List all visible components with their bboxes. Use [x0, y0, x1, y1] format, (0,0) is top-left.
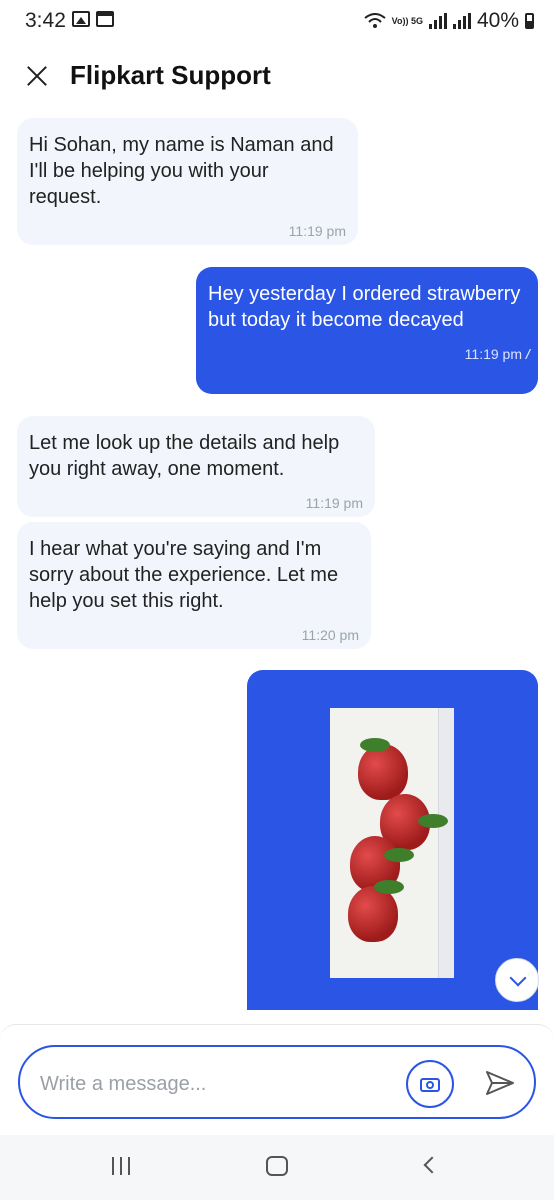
- strawberry: [358, 744, 408, 800]
- message-text: Hi Sohan, my name is Naman and I'll be h…: [29, 134, 334, 208]
- strawberry-leaf: [360, 738, 390, 752]
- message-text: Hey yesterday I ordered strawberry but t…: [208, 283, 521, 331]
- message-photo[interactable]: [330, 708, 454, 978]
- notification-icons: [72, 11, 114, 27]
- image-message[interactable]: [247, 670, 538, 1010]
- status-bar: 3:42 Vo)) 5G 40%: [0, 0, 554, 44]
- recents-icon[interactable]: [112, 1157, 130, 1175]
- strawberry-leaf: [384, 848, 414, 862]
- status-time: 3:42: [25, 9, 66, 32]
- back-icon[interactable]: [423, 1156, 441, 1174]
- send-icon[interactable]: [482, 1065, 518, 1101]
- wifi-icon: [364, 13, 386, 28]
- home-icon[interactable]: [266, 1156, 288, 1176]
- message-meta: 11:19 pm//: [208, 341, 530, 367]
- outgoing-message: Hey yesterday I ordered strawberry but t…: [196, 267, 538, 394]
- close-icon[interactable]: [22, 61, 52, 91]
- message-composer: [0, 1024, 554, 1134]
- incoming-message: Hi Sohan, my name is Naman and I'll be h…: [17, 118, 358, 245]
- message-input[interactable]: [40, 1069, 400, 1099]
- signal-2-icon: [452, 13, 471, 29]
- incoming-message: I hear what you're saying and I'm sorry …: [17, 522, 371, 649]
- system-nav-bar: [0, 1135, 554, 1200]
- scroll-down-button[interactable]: [495, 958, 539, 1002]
- message-time: 11:19 pm: [464, 346, 522, 362]
- message-time: 11:19 pm: [305, 495, 363, 511]
- message-text: I hear what you're saying and I'm sorry …: [29, 538, 339, 612]
- network-type-label: Vo)) 5G: [391, 15, 423, 26]
- strawberry-leaf: [418, 814, 448, 828]
- page-title: Flipkart Support: [70, 60, 271, 90]
- battery-percent: 40%: [476, 9, 519, 32]
- calendar-notification-icon: [96, 11, 114, 27]
- battery-icon: [525, 13, 534, 29]
- status-right: Vo)) 5G 40%: [364, 9, 534, 33]
- message-text: Let me look up the details and help you …: [29, 432, 340, 480]
- message-time: 11:20 pm: [301, 627, 359, 643]
- incoming-message: Let me look up the details and help you …: [17, 416, 375, 517]
- strawberry: [348, 886, 398, 942]
- gallery-notification-icon: [72, 11, 90, 27]
- photo-paper-strip: [438, 708, 454, 978]
- composer-pill: [18, 1045, 536, 1119]
- camera-lens: [426, 1081, 434, 1089]
- chat-header: Flipkart Support: [0, 48, 554, 106]
- message-time: 11:19 pm: [288, 223, 346, 239]
- camera-icon[interactable]: [406, 1060, 454, 1108]
- strawberry-leaf: [374, 880, 404, 894]
- signal-1-icon: [428, 13, 447, 29]
